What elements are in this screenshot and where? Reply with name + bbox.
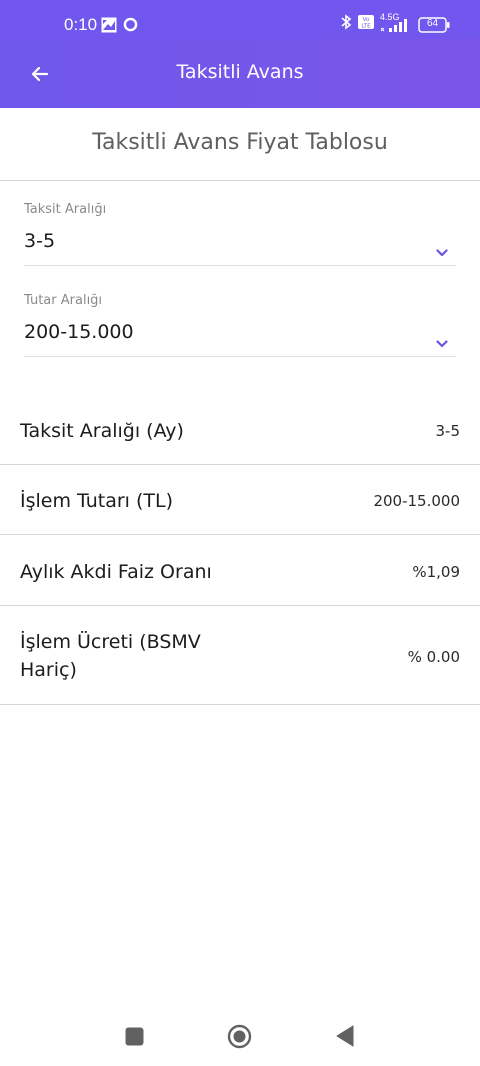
app-bar: Taksitli Avans (0, 39, 480, 108)
amount-range-value: 200-15.000 (24, 321, 134, 343)
chevron-down-icon (436, 333, 448, 348)
installment-range-label: Taksit Aralığı (24, 202, 107, 217)
svg-text:LTE: LTE (361, 24, 371, 30)
home-circle-icon[interactable] (227, 1024, 252, 1053)
battery-icon: 64 (418, 16, 450, 33)
row-label: İşlem Ücreti (BSMV Hariç) (20, 631, 201, 681)
row-value: 3-5 (435, 422, 461, 440)
signal-icon: 4.5G (380, 12, 412, 34)
gallery-icon (101, 17, 117, 38)
heading-divider (0, 180, 480, 181)
row-value: % 0.00 (407, 648, 460, 666)
table-row: İşlem Ücreti (BSMV Hariç) % 0.00 (0, 606, 480, 705)
back-triangle-icon[interactable] (336, 1025, 354, 1051)
chevron-down-icon (436, 242, 448, 257)
installment-range-value: 3-5 (24, 230, 56, 252)
battery-level: 64 (426, 17, 439, 29)
recents-square-icon[interactable] (125, 1027, 144, 1050)
field-underline (24, 265, 456, 266)
row-label: Aylık Akdi Faiz Oranı (20, 561, 212, 583)
volte-icon: Vo LTE (358, 15, 374, 34)
system-nav-bar (0, 1010, 480, 1066)
status-time: 0:10 (64, 15, 98, 34)
row-value: %1,09 (412, 563, 460, 581)
app-bar-title: Taksitli Avans (176, 61, 304, 83)
amount-range-select[interactable]: Tutar Aralığı 200-15.000 (24, 293, 456, 357)
svg-text:Vo: Vo (363, 17, 370, 23)
amount-range-label: Tutar Aralığı (24, 293, 103, 308)
circle-icon (123, 17, 138, 37)
row-label: Taksit Aralığı (Ay) (20, 420, 184, 442)
table-row: İşlem Tutarı (TL) 200-15.000 (0, 465, 480, 535)
status-bar: 0:10 Vo LTE 4.5G 64 (0, 0, 480, 39)
bluetooth-icon (340, 14, 352, 35)
page-title: Taksitli Avans Fiyat Tablosu (92, 130, 388, 155)
installment-range-select[interactable]: Taksit Aralığı 3-5 (24, 202, 456, 266)
row-label: İşlem Tutarı (TL) (20, 490, 174, 512)
field-underline (24, 356, 456, 357)
table-row: Aylık Akdi Faiz Oranı %1,09 (0, 535, 480, 606)
table-row: Taksit Aralığı (Ay) 3-5 (0, 395, 480, 465)
row-value: 200-15.000 (373, 492, 460, 510)
